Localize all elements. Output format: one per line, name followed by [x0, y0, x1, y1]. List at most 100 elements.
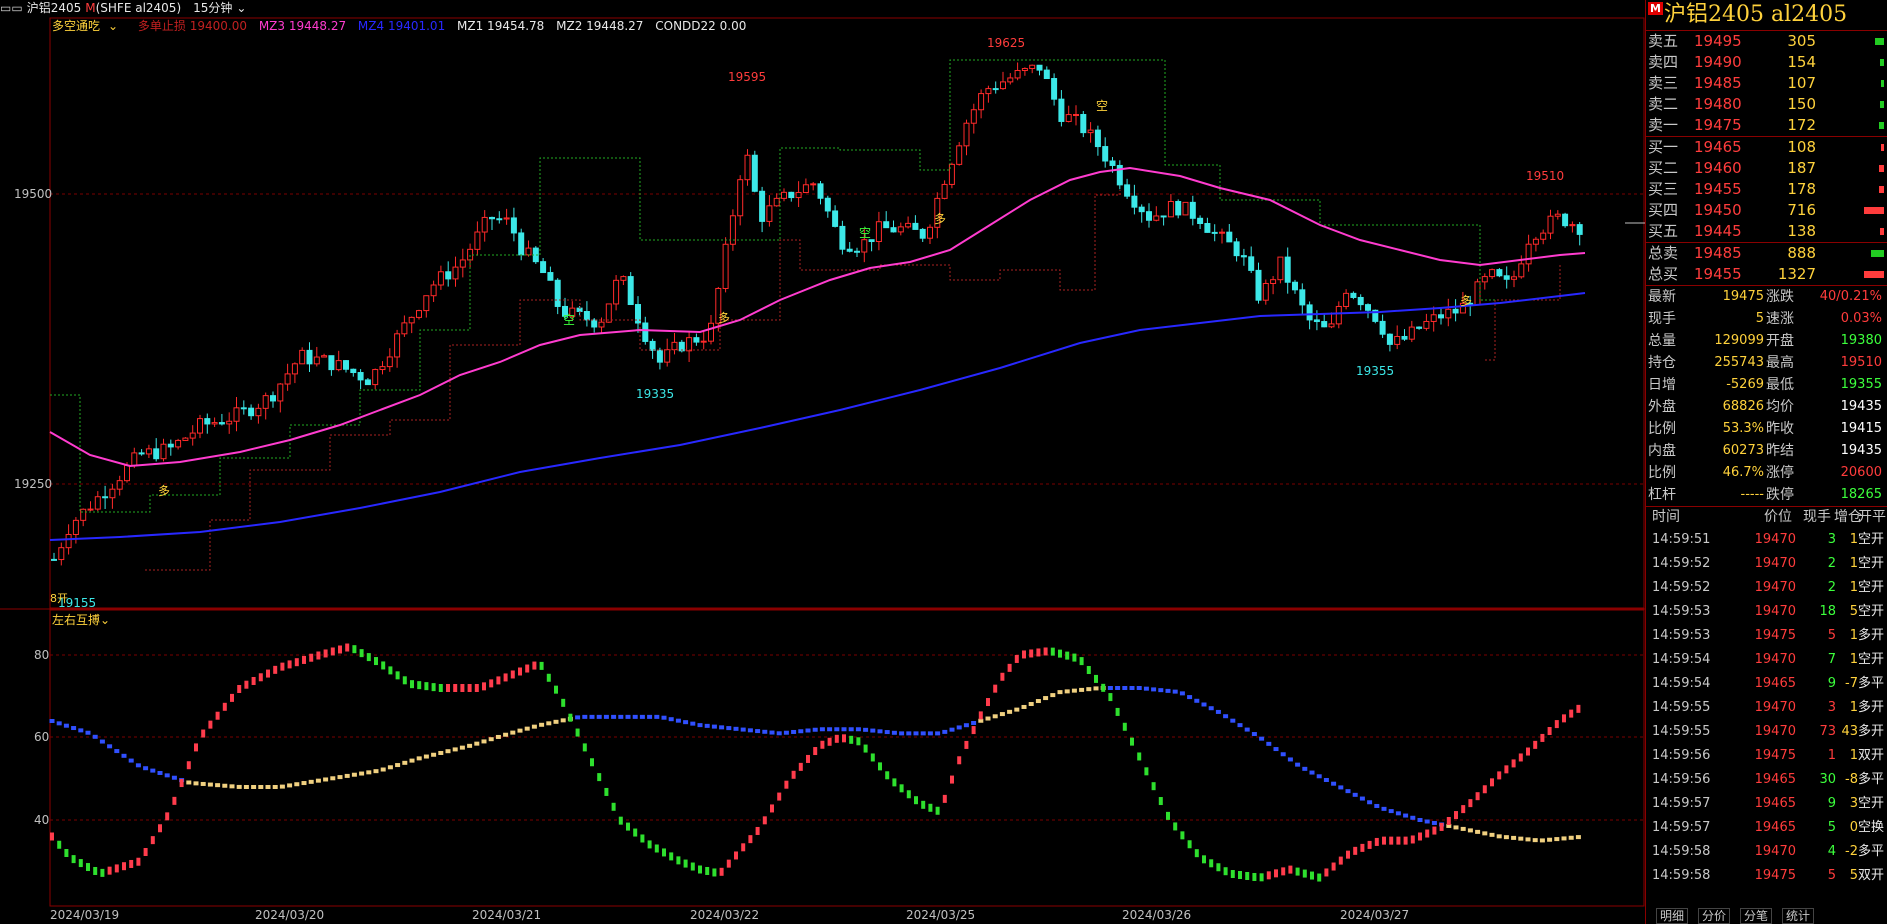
slow-dot: [1107, 686, 1113, 690]
slow-dot: [1482, 831, 1488, 836]
candle-up: [416, 310, 422, 318]
fast-dot: [417, 681, 422, 690]
slow-dot: [935, 731, 941, 736]
fast-dot: [525, 664, 530, 673]
fast-dot: [950, 775, 954, 784]
book-volume: 150: [1787, 95, 1816, 113]
fast-dot: [734, 851, 738, 860]
high-label: 19595: [728, 70, 766, 84]
quote-label: 涨停: [1766, 465, 1794, 481]
quote-value: 60273: [1722, 443, 1764, 458]
fast-dot: [78, 859, 83, 868]
slow-dot: [611, 714, 617, 719]
fast-dot: [287, 660, 292, 669]
tick-row[interactable]: 14:59:52 19470 2 1 空开: [1646, 552, 1887, 576]
sub-frame: [49, 609, 1645, 907]
quote-value: -----: [1740, 487, 1764, 502]
slow-dot: [560, 718, 566, 723]
slow-dot: [762, 729, 768, 734]
slow-dot: [373, 769, 379, 774]
quote-label: 持仓: [1648, 355, 1676, 371]
candle-down: [1102, 146, 1109, 162]
tick-list[interactable]: 14:59:51 19470 3 1 空开 14:59:52 19470 2 1 空开 14:59:…: [1646, 528, 1887, 888]
fast-dot: [467, 684, 472, 692]
tick-row[interactable]: 14:59:53 19475 5 1 多开: [1646, 624, 1887, 648]
fast-dot: [1396, 836, 1401, 845]
slow-dot: [474, 741, 480, 746]
quote-row: 日增 -5269 最低 19355: [1646, 374, 1887, 396]
fast-dot: [561, 698, 566, 707]
tick-row[interactable]: 14:59:58 19475 5 5 双开: [1646, 864, 1887, 888]
volume-bar: [1879, 122, 1884, 129]
fast-dot: [1324, 868, 1329, 877]
tick-row[interactable]: 14:59:55 19470 3 1 多开: [1646, 696, 1887, 720]
fast-dot: [496, 676, 501, 685]
tick-row[interactable]: 14:59:54 19470 7 1 空开: [1646, 648, 1887, 672]
volume-bar: [1879, 165, 1884, 172]
candle-up: [1153, 215, 1160, 221]
slow-dot: [517, 728, 523, 733]
slow-dot: [337, 775, 343, 780]
slow-dot: [776, 731, 782, 736]
slow-dot: [495, 734, 501, 739]
kline-chart[interactable]: 19500 19250 80 60 40 2024/03/19 2024/03/…: [0, 0, 1645, 924]
tick-row[interactable]: 14:59:52 19470 2 1 空开: [1646, 576, 1887, 600]
tick-row[interactable]: 14:59:55 19470 73 43 多开: [1646, 720, 1887, 744]
book-volume: 108: [1787, 138, 1816, 156]
tick-row[interactable]: 14:59:56 19475 1 1 双开: [1646, 744, 1887, 768]
fast-dot: [1252, 872, 1257, 881]
slow-dot: [668, 717, 674, 722]
book-level-label: 买二: [1648, 159, 1679, 177]
tick-row[interactable]: 14:59:51 19470 3 1 空开: [1646, 528, 1887, 552]
fast-dot: [158, 824, 162, 833]
slow-dot: [510, 730, 516, 735]
quote-label: 昨收: [1766, 421, 1794, 437]
fast-dot: [626, 822, 630, 831]
candle-up: [1569, 224, 1576, 227]
panel-tab[interactable]: 分笔: [1740, 908, 1773, 924]
quote-label: 外盘: [1648, 399, 1676, 415]
panel-tab[interactable]: 分价: [1698, 908, 1731, 924]
fast-dot: [698, 865, 702, 874]
candle-down: [554, 279, 561, 307]
candle-down: [540, 261, 547, 274]
candle-up: [1518, 263, 1525, 278]
book-row: 买五 19445 138: [1646, 221, 1887, 242]
tick-row[interactable]: 14:59:58 19470 4 -2 多平: [1646, 840, 1887, 864]
slow-dot: [769, 730, 775, 735]
book-level-label: 卖三: [1648, 74, 1679, 92]
slow-dot: [812, 727, 818, 732]
candle-up: [737, 179, 744, 217]
candle-down: [642, 322, 649, 342]
tick-row[interactable]: 14:59:57 19465 5 0 空换: [1646, 816, 1887, 840]
candle-up: [905, 222, 912, 228]
low-label: 19355: [1356, 364, 1394, 378]
tick-price: 19470: [1754, 724, 1796, 739]
slow-dot: [1410, 815, 1416, 820]
candle-up: [175, 439, 182, 448]
fast-dot: [870, 753, 875, 762]
candle-up: [1065, 114, 1072, 122]
fast-dot: [705, 866, 710, 875]
chart-area[interactable]: ▭▭ 沪铝2405 M(SHFE al2405) 15分钟 ⌄ 多空通吃 ⌄ 多单止损 1…: [0, 0, 1645, 924]
slow-dot: [1143, 686, 1149, 691]
volume-bar: [1875, 38, 1884, 45]
candle-down: [1211, 231, 1218, 234]
slow-dot: [236, 784, 242, 789]
tick-row[interactable]: 14:59:54 19465 9 -7 多平: [1646, 672, 1887, 696]
buy-signal: 多: [1460, 294, 1472, 308]
panel-tab[interactable]: 明细: [1656, 908, 1689, 924]
candle-down: [350, 368, 357, 374]
tick-row[interactable]: 14:59:56 19465 30 -8 多平: [1646, 768, 1887, 792]
volume-bar: [1880, 101, 1884, 108]
candle-down: [1189, 201, 1196, 219]
candle-down: [1080, 114, 1087, 134]
fast-dot: [1108, 693, 1113, 702]
tick-row[interactable]: 14:59:57 19465 9 3 空开: [1646, 792, 1887, 816]
slow-dot: [927, 731, 933, 736]
tick-price: 19475: [1754, 868, 1796, 883]
tick-row[interactable]: 14:59:53 19470 18 5 空开: [1646, 600, 1887, 624]
tick-qty: 3: [1827, 700, 1836, 715]
candle-up: [978, 93, 985, 111]
panel-tab[interactable]: 统计: [1782, 908, 1815, 924]
